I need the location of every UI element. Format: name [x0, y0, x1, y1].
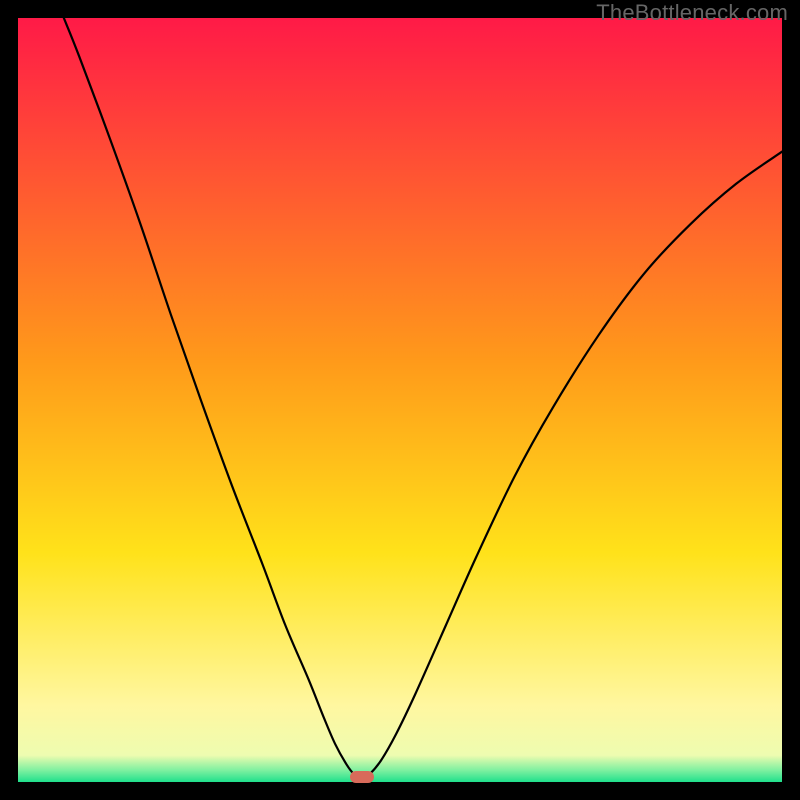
current-bottleneck-marker	[350, 771, 374, 783]
chart-background	[18, 18, 782, 782]
chart-frame: TheBottleneck.com	[0, 0, 800, 800]
watermark-label: TheBottleneck.com	[596, 0, 788, 26]
plot-area	[18, 18, 782, 782]
chart-svg	[18, 18, 782, 782]
